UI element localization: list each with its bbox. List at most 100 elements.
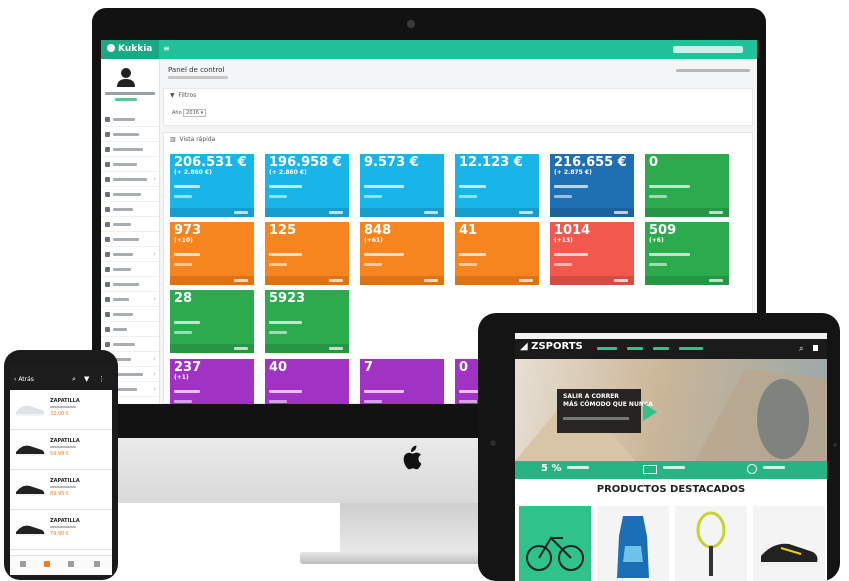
product-list-item[interactable]: ZAPATILLA 79,90 € (10, 512, 112, 550)
sidebar-item-label (113, 298, 129, 301)
sidebar-item[interactable] (101, 323, 159, 337)
sidebar-item[interactable] (101, 143, 159, 157)
product-card-racket[interactable] (675, 506, 747, 581)
kpi-more-link[interactable] (645, 276, 729, 285)
kpi-more-link[interactable] (645, 208, 729, 217)
product-name: ZAPATILLA (50, 518, 80, 524)
kpi-more-link[interactable] (265, 276, 349, 285)
sidebar-item-icon (105, 222, 110, 227)
kpi-more-link[interactable] (360, 276, 444, 285)
kpi-more-link[interactable] (550, 208, 634, 217)
sidebar-item-label (113, 283, 139, 286)
kpi-tile[interactable]: 41 (455, 222, 539, 285)
kpi-more-link[interactable] (170, 344, 254, 353)
kpi-more-link[interactable] (265, 344, 349, 353)
tab-profile-icon[interactable] (94, 561, 100, 567)
kpi-more-link[interactable] (360, 208, 444, 217)
kpi-label (364, 253, 404, 256)
menu-toggle-icon[interactable]: ≡ (163, 45, 171, 53)
kpi-tile[interactable]: 5923 (265, 290, 349, 353)
sidebar-item[interactable] (101, 203, 159, 217)
back-label: Atrás (18, 376, 34, 383)
tab-cart-icon[interactable] (68, 561, 74, 567)
product-card-bike[interactable] (519, 506, 591, 581)
sidebar-item[interactable] (101, 308, 159, 322)
tablet-hero-banner[interactable]: SALIR A CORRER MÁS CÓMODO QUE NUNCA (515, 359, 827, 461)
sidebar-item[interactable] (101, 188, 159, 202)
back-button[interactable]: ‹ Atrás (14, 376, 34, 383)
kpi-tile[interactable]: 237 (+1) (170, 359, 254, 404)
search-icon[interactable]: ⌕ (72, 375, 76, 384)
tablet-nav-link-4[interactable] (679, 347, 703, 350)
discount-percent: 5 % (541, 463, 562, 474)
kpi-tile[interactable]: 7 (360, 359, 444, 404)
kpi-tile[interactable]: 196.958 € (+ 2.860 €) (265, 154, 349, 217)
kpi-more-link[interactable] (265, 208, 349, 217)
sidebar-item[interactable] (101, 218, 159, 232)
kpi-tile[interactable]: 40 (265, 359, 349, 404)
tablet-nav-link-2[interactable] (627, 347, 643, 350)
sidebar-item[interactable] (101, 158, 159, 172)
kpi-tile[interactable]: 216.655 € (+ 2.875 €) (550, 154, 634, 217)
kpi-tile[interactable]: 0 (645, 154, 729, 217)
chevron-right-icon: › (153, 355, 156, 363)
tablet-nav-link-1[interactable] (597, 347, 617, 350)
sidebar-item-label (113, 313, 133, 316)
kpi-more-link[interactable] (455, 208, 539, 217)
sidebar-item[interactable] (101, 263, 159, 277)
product-subtitle (50, 526, 76, 528)
kpi-more-link[interactable] (170, 208, 254, 217)
product-list-item[interactable]: ZAPATILLA 32,00 € (10, 392, 112, 430)
kpi-more-link[interactable] (170, 276, 254, 285)
sidebar-item[interactable]: › (101, 293, 159, 307)
kpi-tile[interactable]: 1014 (+13) (550, 222, 634, 285)
user-menu[interactable] (673, 46, 743, 53)
tablet-brand-text: ZSPORTS (531, 341, 583, 352)
kpi-label (459, 185, 486, 188)
filter-icon[interactable]: ▼ (84, 375, 89, 383)
kpi-more-label (329, 279, 343, 282)
kpi-more-label (424, 211, 438, 214)
tablet-nav-link-3[interactable] (653, 347, 669, 350)
phone-header: ‹ Atrás ⌕ ▼ ⋮ (10, 365, 112, 390)
kpi-tile[interactable]: 9.573 € (360, 154, 444, 217)
product-list-item[interactable]: ZAPATILLA 59,99 € (10, 432, 112, 470)
product-card-shirt[interactable] (597, 506, 669, 581)
app-logo[interactable]: Kukkia (101, 40, 159, 59)
sidebar-item-label (113, 253, 133, 256)
kpi-tile[interactable]: 973 (+10) (170, 222, 254, 285)
sidebar-item[interactable]: › (101, 248, 159, 262)
zsports-logo-icon: ◢ (520, 341, 528, 352)
more-icon[interactable]: ⋮ (98, 375, 105, 383)
kpi-more-link[interactable] (455, 276, 539, 285)
hero-line-1: SALIR A CORRER (563, 393, 619, 400)
kpi-tile[interactable]: 206.531 € (+ 2.860 €) (170, 154, 254, 217)
sidebar-item[interactable] (101, 278, 159, 292)
kpi-delta: (+10) (174, 237, 193, 244)
sidebar-item[interactable] (101, 113, 159, 127)
kpi-tile[interactable]: 12.123 € (455, 154, 539, 217)
tablet-brand[interactable]: ◢ ZSPORTS (520, 341, 583, 352)
kpi-tile[interactable]: 125 (265, 222, 349, 285)
kpi-delta: (+ 2.875 €) (554, 169, 592, 176)
product-card-shoe[interactable] (753, 506, 825, 581)
kpi-more-link[interactable] (550, 276, 634, 285)
play-icon[interactable] (643, 403, 657, 421)
sidebar-item[interactable] (101, 338, 159, 352)
kpi-tile[interactable]: 848 (+61) (360, 222, 444, 285)
tab-home-icon[interactable] (20, 561, 26, 567)
product-list-item[interactable]: ZAPATILLA 89,95 € (10, 472, 112, 510)
kpi-tile[interactable]: 509 (+6) (645, 222, 729, 285)
breadcrumb[interactable] (676, 69, 750, 72)
cart-icon[interactable] (813, 345, 818, 351)
kpi-tile[interactable]: 28 (170, 290, 254, 353)
search-icon[interactable]: ⌕ (799, 344, 803, 354)
feature-1-text (567, 466, 589, 469)
sidebar-item[interactable]: › (101, 173, 159, 187)
year-select[interactable]: 2016 ▾ (183, 109, 207, 117)
sidebar-item[interactable] (101, 128, 159, 142)
chart-icon: ▥ (170, 136, 176, 143)
tab-favorites-icon[interactable] (44, 561, 50, 567)
kpi-value: 0 (459, 360, 469, 375)
sidebar-item[interactable] (101, 233, 159, 247)
